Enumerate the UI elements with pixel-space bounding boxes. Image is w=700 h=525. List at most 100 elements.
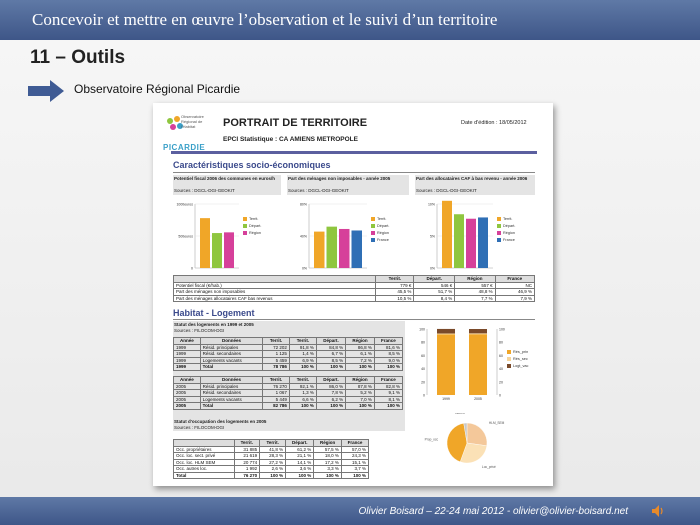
pie-label: Loc_privé: [482, 465, 496, 469]
table-cell: 100 %: [313, 471, 342, 479]
pie-label: HLM_SEM: [489, 421, 505, 425]
y-tick-label: 1000euros: [176, 203, 193, 207]
stack-segment: [469, 334, 487, 395]
legend-swatch: [497, 238, 501, 242]
table-cell: 100 %: [345, 363, 375, 371]
y-tick-label: 0%: [302, 267, 307, 271]
table-cell: 78 786: [262, 363, 290, 371]
table-cell: 1999: [173, 363, 201, 371]
bar-Départ.: [212, 233, 222, 268]
legend-swatch: [243, 217, 247, 221]
socio-table: Territ. Départ. Région France Potentiel fisc…: [172, 275, 536, 302]
habitat-heading: Habitat - Logement: [173, 308, 255, 318]
table-cell: 82 786: [262, 402, 290, 410]
legend-swatch: [507, 357, 511, 361]
socio-block-1-title: Potentiel fiscal 2006 des communes en eu…: [174, 176, 276, 181]
bar-Départ.: [454, 214, 464, 268]
legend-label: Territ.: [377, 217, 387, 221]
legend-swatch: [497, 231, 501, 235]
legend-swatch: [497, 217, 501, 221]
socio-block-2-title: Part des ménages non imposables - année …: [288, 176, 391, 181]
section-title: 11 – Outils: [30, 47, 126, 68]
pie-label: Autres: [455, 413, 465, 415]
legend-label: Départ.: [377, 224, 389, 228]
bar-Territ.: [200, 218, 210, 268]
legend-swatch: [507, 364, 511, 368]
habitat-rule: [173, 319, 535, 320]
y-tick-label: 60: [499, 354, 503, 358]
stack-segment: [437, 334, 455, 395]
legend-label: Territ.: [249, 217, 259, 221]
legend-swatch: [507, 350, 511, 354]
allocataires-caf-chart: 0% 5% 10% Territ. Départ. Région France: [428, 200, 515, 271]
table-cell: 100 %: [340, 471, 370, 479]
y-tick-label: 20: [499, 380, 503, 384]
y-tick-label: 100: [499, 328, 505, 332]
y-tick-label: 5%: [430, 235, 435, 239]
bar-Région: [224, 232, 234, 268]
y-tick-label: 40%: [300, 235, 307, 239]
slide-title: Concevoir et mettre en œuvre l’observati…: [0, 0, 700, 40]
habitat-block-title: Statut des logements en 1999 et 2005: [174, 322, 254, 327]
stack-segment: [469, 333, 487, 335]
bar-Territ.: [314, 231, 325, 268]
title-rule: [171, 151, 537, 154]
legend-label: Rés_prin: [513, 350, 528, 354]
legend-label: Région: [503, 231, 515, 235]
y-tick-label: 0: [423, 394, 425, 398]
socio-block-1-source: Sources : DGCL-DGI-GEOKIT: [174, 188, 235, 193]
footer-bar: Olivier Boisard – 22-24 mai 2012 - olivi…: [0, 497, 700, 525]
observatoire-label: Observatoire Régional Picardie: [74, 82, 241, 96]
pie-label: Prop_occ: [425, 437, 439, 441]
legend-label: Rés_sec: [513, 357, 528, 361]
bar-France: [351, 230, 362, 268]
y-tick-label: 0%: [430, 267, 435, 271]
y-tick-label: 80%: [300, 203, 307, 207]
table-cell: 100 %: [259, 471, 287, 479]
table-cell: Total: [199, 402, 264, 410]
table-cell: 100 %: [288, 363, 317, 371]
table-cell: 100 %: [345, 402, 375, 410]
socio-block-2-source: Sources : DGCL-DGI-GEOKIT: [288, 188, 349, 193]
y-tick-label: 20: [421, 380, 425, 384]
legend-label: France: [377, 238, 389, 242]
document-subtitle: EPCI Statistique : CA AMIENS METROPOLE: [223, 136, 358, 143]
socio-block-3-source: Sources : DGCL-DGI-GEOKIT: [416, 188, 477, 193]
pie-slice: [466, 422, 488, 447]
y-tick-label: 0: [191, 267, 193, 271]
speaker-icon[interactable]: [650, 503, 666, 519]
slide: Concevoir et mettre en œuvre l’observati…: [0, 0, 700, 525]
occupation-table: Territ. Territ. Départ. Région France Occ. pr…: [173, 439, 370, 479]
y-tick-label: 100: [419, 328, 425, 332]
y-tick-label: 40: [421, 367, 425, 371]
table-row: Total 76 270 100 % 100 % 100 % 100 %: [173, 471, 370, 479]
table-cell: 2005: [173, 402, 201, 410]
legend-label: Départ.: [249, 224, 261, 228]
stack-segment: [469, 329, 487, 334]
habitat-table-1999: Année Données Territ. Territ. Départ. Région F…: [173, 337, 404, 371]
y-tick-label: 80: [421, 341, 425, 345]
table-row: 1999 Total 78 786 100 % 100 % 100 % 100 %: [173, 363, 404, 371]
stack-segment: [437, 333, 455, 335]
non-imposables-chart: 0% 40% 80% Territ. Départ. Région France: [300, 203, 389, 271]
x-tick-label: 1999: [442, 397, 450, 401]
legend-swatch: [371, 231, 375, 235]
legend-label: Logt_vac: [513, 364, 529, 368]
logo-subtitle: Observatoire Régional de l'Habitat: [181, 114, 204, 129]
legend-label: Région: [377, 231, 389, 235]
y-tick-label: 60: [421, 354, 425, 358]
edition-date: Date d'édition : 18/05/2012: [461, 120, 527, 126]
table-cell: 100 %: [288, 402, 317, 410]
socio-heading: Caractéristiques socio-économiques: [173, 160, 331, 170]
portrait-document: Observatoire Régional de l'Habitat PICAR…: [153, 103, 553, 486]
legend-swatch: [371, 238, 375, 242]
y-tick-label: 10%: [428, 203, 435, 207]
habitat-block-source: Sources : FILOCOM-DGI: [174, 328, 225, 333]
socio-rule: [173, 172, 535, 173]
bar-Région: [466, 218, 476, 268]
legend-label: Territ.: [503, 217, 513, 221]
logements-stacked-chart: 0 0 20 20 40 40 60 60 80 80 100 100 1999 2005 Rés_prin…: [419, 328, 529, 402]
table-cell: 8,4 %: [413, 294, 456, 302]
socio-block-3-title: Part des allocataires CAF à bas revenu -…: [416, 176, 528, 181]
y-tick-label: 40: [499, 367, 503, 371]
